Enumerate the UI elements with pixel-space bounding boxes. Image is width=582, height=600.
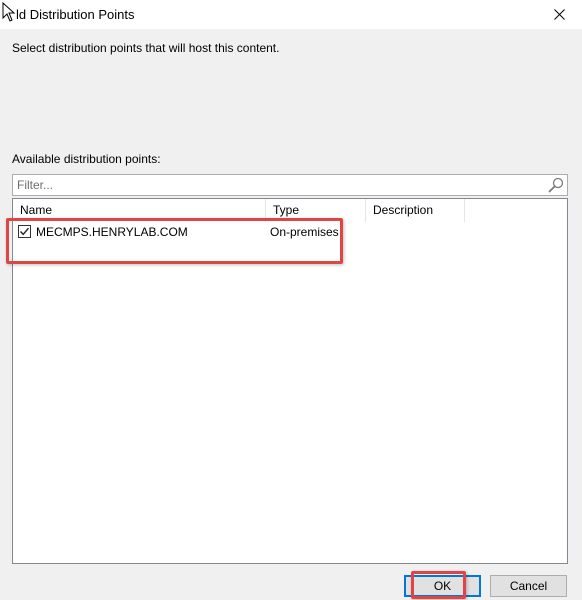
cancel-button[interactable]: Cancel bbox=[490, 575, 567, 597]
add-distribution-points-dialog: ld Distribution Points Select distributi… bbox=[0, 0, 582, 600]
instructions-text: Select distribution points that will hos… bbox=[12, 41, 280, 55]
search-icon[interactable] bbox=[548, 177, 564, 193]
mouse-cursor-icon bbox=[2, 2, 16, 22]
available-points-label: Available distribution points: bbox=[12, 152, 161, 166]
column-header-description[interactable]: Description bbox=[366, 199, 465, 222]
row-highlight-annotation bbox=[6, 218, 343, 264]
close-icon bbox=[553, 9, 565, 20]
close-button[interactable] bbox=[536, 0, 582, 29]
filter-input[interactable] bbox=[13, 175, 543, 195]
window-title: ld Distribution Points bbox=[16, 7, 135, 22]
filter-box[interactable] bbox=[12, 174, 568, 196]
ok-highlight-annotation bbox=[411, 571, 466, 599]
title-bar[interactable]: ld Distribution Points bbox=[0, 0, 582, 29]
